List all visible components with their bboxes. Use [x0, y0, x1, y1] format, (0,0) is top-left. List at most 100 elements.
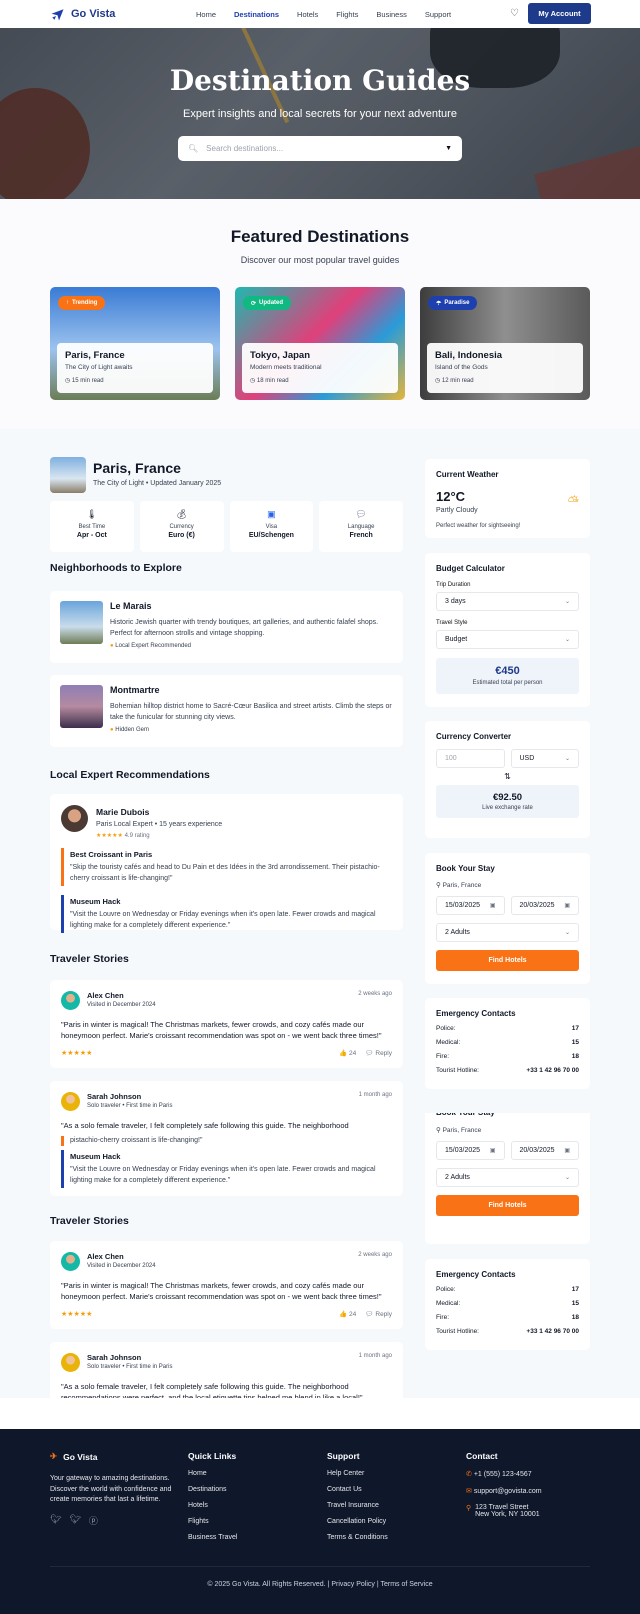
brand-name: Go Vista: [71, 8, 116, 20]
montmartre-image: [60, 685, 103, 728]
footer-link[interactable]: Flights: [188, 1518, 237, 1525]
footer-link[interactable]: Contact Us: [327, 1486, 388, 1493]
footer-link[interactable]: Help Center: [327, 1470, 388, 1477]
chevron-down-icon: ⌄: [564, 756, 570, 762]
guide-subtitle: The City of Light • Updated January 2025: [93, 480, 222, 487]
quick-facts: 🌡︎ Best Time Apr - Oct 💰︎ Currency Euro (€) …: [50, 501, 403, 552]
calendar-icon: ▣: [489, 903, 496, 909]
reply-button[interactable]: 💬︎ Reply: [365, 1049, 392, 1057]
my-account-button[interactable]: My Account: [528, 3, 591, 24]
copyright: © 2025 Go Vista. All Rights Reserved. | …: [207, 1581, 433, 1588]
pinterest-icon[interactable]: ⓟ: [89, 1514, 98, 1527]
story-time: 2 weeks ago: [358, 1252, 392, 1258]
chevron-down-icon[interactable]: ▼: [445, 145, 452, 152]
footer-link[interactable]: Hotels: [188, 1502, 237, 1509]
footer-link[interactable]: Terms & Conditions: [327, 1534, 388, 1541]
reply-button[interactable]: 💬︎ Reply: [365, 1310, 392, 1318]
calendar-icon: ▣: [564, 1148, 570, 1154]
read-time: ◷ 12 min read: [435, 378, 474, 384]
paris-thumbnail: [50, 457, 86, 493]
book-stay-widget: Book Your Stay ⚲ Paris, France 15/03/202…: [425, 853, 590, 984]
footer-link[interactable]: Travel Insurance: [327, 1502, 388, 1509]
featured-card-bali[interactable]: ☂ Paradise Bali, Indonesia Island of the …: [420, 287, 590, 400]
currency-select[interactable]: USD ⌄: [510, 749, 579, 768]
weather-widget: Current Weather 12°C Partly Cloudy Perfe…: [425, 459, 590, 538]
find-hotels-button[interactable]: Find Hotels: [436, 950, 579, 971]
footer-link[interactable]: Home: [188, 1470, 237, 1477]
featured-card-tokyo[interactable]: ⟳ Updated Tokyo, Japan Modern meets tradi…: [235, 287, 405, 400]
footer-link[interactable]: Cancellation Policy: [327, 1518, 388, 1525]
avatar: [61, 1092, 80, 1111]
nav-flights[interactable]: Flights: [336, 10, 358, 19]
mail-icon: ✉: [466, 1488, 472, 1495]
stories-title: Traveler Stories: [50, 1215, 129, 1227]
story-text: "Paris in winter is magical! The Christm…: [61, 1020, 382, 1041]
story-time: 1 month ago: [358, 1353, 392, 1359]
thermometer-icon: 🌡︎: [86, 509, 98, 519]
site-footer: ✈ Go Vista Your gateway to amazing destin…: [0, 1429, 640, 1614]
twitter-icon[interactable]: 🐦︎: [69, 1514, 80, 1527]
footer-link[interactable]: Business Travel: [188, 1534, 237, 1541]
updated-badge: ⟳ Updated: [243, 296, 292, 310]
story-card: Alex Chen Visited in December 2024 2 week…: [50, 1241, 403, 1329]
story-stars: ★★★★★: [61, 1310, 93, 1318]
nav-support[interactable]: Support: [425, 10, 451, 19]
footer-link[interactable]: Destinations: [188, 1486, 237, 1493]
card-title: Bali, Indonesia: [435, 350, 503, 361]
card-desc: The City of Light awaits: [65, 364, 133, 371]
travel-style-select[interactable]: Budget ⌄: [436, 630, 579, 649]
like-button[interactable]: 👍 24: [339, 1310, 356, 1318]
chevron-down-icon: ⌄: [564, 637, 570, 643]
nav-business[interactable]: Business: [376, 10, 406, 19]
neighborhood-card[interactable]: Montmartre Bohemian hilltop district hom…: [50, 675, 403, 747]
featured-section: Featured Destinations Discover our most …: [0, 199, 640, 429]
star-badge-icon: ●: [110, 643, 114, 649]
story-time: 2 weeks ago: [358, 991, 392, 997]
card-desc: Modern meets traditional: [250, 364, 322, 371]
partly-cloudy-icon: ⛅︎: [567, 493, 579, 509]
checkin-date[interactable]: 15/03/2025 ▣: [436, 896, 505, 915]
expert-rating: ★★★★★ 4.9 rating: [96, 833, 150, 839]
chevron-down-icon: ⌄: [564, 599, 570, 605]
footer-brand[interactable]: ✈ Go Vista: [50, 1451, 175, 1462]
checkin-date[interactable]: 15/03/2025 ▣: [436, 1141, 505, 1160]
story-card: Alex Chen Visited in December 2024 2 week…: [50, 980, 403, 1068]
checkout-date[interactable]: 20/03/2025 ▣: [510, 896, 579, 915]
card-title: Tokyo, Japan: [250, 350, 311, 361]
nav-hotels[interactable]: Hotels: [297, 10, 318, 19]
heart-icon[interactable]: ♡: [510, 9, 520, 19]
budget-total: €450 Estimated total per person: [436, 658, 579, 694]
like-button[interactable]: 👍 24: [339, 1049, 356, 1057]
conversion-result: €92.50 Live exchange rate: [436, 785, 579, 818]
story-text: "As a solo female traveler, I felt compl…: [61, 1121, 349, 1130]
fact-visa: ▣ Visa EU/Schengen: [229, 501, 314, 552]
expert-name: Marie Dubois: [96, 807, 150, 817]
featured-title: Featured Destinations: [230, 227, 410, 246]
twitter-icon[interactable]: 🐦︎: [50, 1514, 61, 1527]
neighborhood-card[interactable]: Le Marais Historic Jewish quarter with t…: [50, 591, 403, 663]
refresh-icon: ⟳: [251, 300, 257, 307]
card-desc: Island of the Gods: [435, 364, 488, 371]
amount-input[interactable]: 100: [436, 749, 505, 768]
find-hotels-button[interactable]: Find Hotels: [436, 1195, 579, 1216]
main-menu: Home Destinations Hotels Flights Busines…: [196, 10, 451, 19]
brand-logo[interactable]: Go Vista: [50, 7, 115, 22]
search-input[interactable]: 🔍︎ Search destinations... ▼: [178, 136, 462, 161]
featured-card-paris[interactable]: ↑ Trending Paris, France The City of Ligh…: [50, 287, 220, 400]
story-text: "As a solo female traveler, I felt compl…: [61, 1382, 363, 1398]
pin-icon: ⚲: [466, 1505, 472, 1512]
neighborhood-tag: ● Local Expert Recommended: [110, 643, 192, 649]
read-time: ◷ 18 min read: [250, 378, 289, 384]
pin-icon: ⚲: [436, 1127, 441, 1134]
checkout-date[interactable]: 20/03/2025 ▣: [510, 1141, 579, 1160]
hero-banner: Destination Guides Expert insights and l…: [0, 28, 640, 199]
fact-currency: 💰︎ Currency Euro (€): [139, 501, 224, 552]
swap-icon[interactable]: ⇅: [436, 772, 579, 781]
guests-select[interactable]: 2 Adults ⌄: [436, 923, 579, 942]
guests-select[interactable]: 2 Adults ⌄: [436, 1168, 579, 1187]
trending-badge: ↑ Trending: [58, 296, 106, 310]
nav-home[interactable]: Home: [196, 10, 216, 19]
experts-title: Local Expert Recommendations: [50, 769, 210, 781]
nav-destinations[interactable]: Destinations: [234, 10, 279, 19]
trip-duration-select[interactable]: 3 days ⌄: [436, 592, 579, 611]
